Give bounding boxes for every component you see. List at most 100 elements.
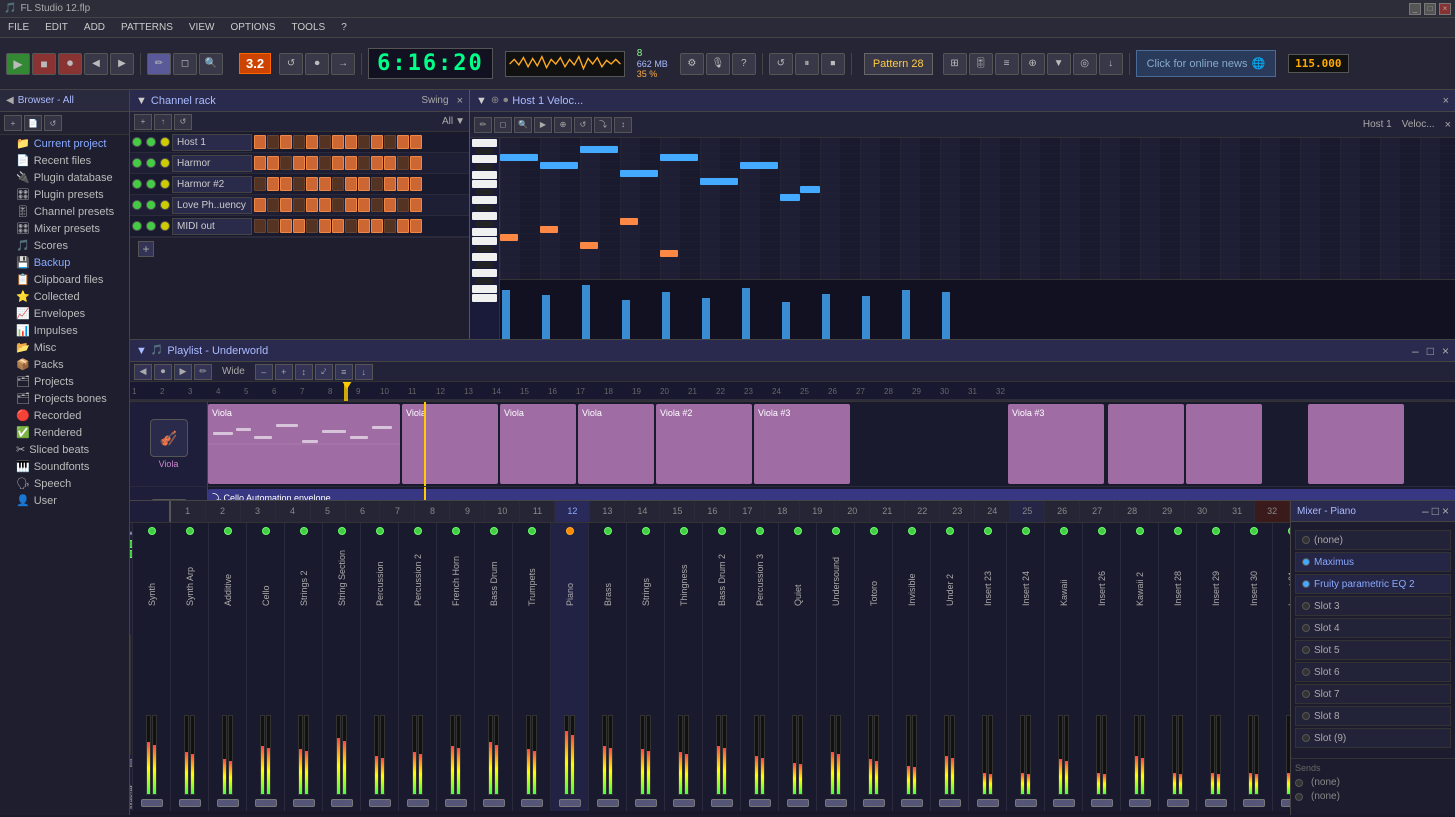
menu-view[interactable]: VIEW bbox=[185, 20, 219, 35]
play-button[interactable]: ▶ bbox=[6, 53, 30, 75]
pb[interactable] bbox=[332, 135, 344, 149]
pb[interactable] bbox=[358, 219, 370, 233]
ch-send-dot[interactable] bbox=[376, 527, 384, 535]
chn-9[interactable]: 9 bbox=[450, 501, 485, 522]
draw-tool[interactable]: ✏ bbox=[147, 53, 171, 75]
black-key[interactable] bbox=[476, 278, 493, 284]
ch-send-dot[interactable] bbox=[1250, 527, 1258, 535]
sidebar-item-packs[interactable]: 📦 Packs bbox=[0, 356, 129, 373]
ch-fader[interactable] bbox=[141, 799, 163, 807]
pl-tool-8[interactable]: ⤦ bbox=[315, 364, 333, 380]
pb[interactable] bbox=[410, 198, 422, 212]
pr-tool-select[interactable]: ◻ bbox=[494, 117, 512, 133]
add-channel-button[interactable]: + bbox=[138, 241, 154, 257]
fx-slot-4[interactable]: Slot 4 bbox=[1295, 618, 1451, 638]
chn-4[interactable]: 4 bbox=[276, 501, 311, 522]
ch-fader[interactable] bbox=[977, 799, 999, 807]
chn-20[interactable]: 20 bbox=[835, 501, 870, 522]
ch-fader[interactable] bbox=[711, 799, 733, 807]
mixer-fx-close[interactable]: × bbox=[1442, 504, 1449, 518]
ch-fader[interactable] bbox=[179, 799, 201, 807]
mix-btn2[interactable]: 🎚 bbox=[969, 53, 993, 75]
pr-expand[interactable]: ▼ bbox=[476, 95, 487, 107]
mixer-strip-4[interactable]: Cello bbox=[247, 523, 285, 811]
cr-dropdown[interactable]: ▼ bbox=[455, 116, 465, 127]
mixer-strip-23[interactable]: Insert 23 bbox=[969, 523, 1007, 811]
pb[interactable] bbox=[267, 198, 279, 212]
pb[interactable] bbox=[410, 177, 422, 191]
ch-fader[interactable] bbox=[863, 799, 885, 807]
stop-sq[interactable]: ⏹ bbox=[821, 53, 845, 75]
ch-fader[interactable] bbox=[597, 799, 619, 807]
mix-btn1[interactable]: ⊞ bbox=[943, 53, 967, 75]
send-dot-1[interactable] bbox=[1295, 779, 1303, 787]
chn-10[interactable]: 10 bbox=[485, 501, 520, 522]
pb[interactable] bbox=[371, 198, 383, 212]
menu-file[interactable]: FILE bbox=[4, 20, 33, 35]
question-icon[interactable]: ? bbox=[732, 53, 756, 75]
pb[interactable] bbox=[293, 219, 305, 233]
white-key[interactable] bbox=[472, 294, 497, 302]
ch-fader[interactable] bbox=[559, 799, 581, 807]
pb[interactable] bbox=[345, 219, 357, 233]
pb[interactable] bbox=[332, 219, 344, 233]
ch-fader[interactable] bbox=[407, 799, 429, 807]
select-tool[interactable]: ◻ bbox=[173, 53, 197, 75]
ch-name-1[interactable]: Host 1 bbox=[172, 134, 252, 151]
ch-fader[interactable] bbox=[1053, 799, 1075, 807]
mixer-strip-27[interactable]: Kawaii 2 bbox=[1121, 523, 1159, 811]
white-key[interactable] bbox=[472, 228, 497, 236]
sidebar-item-clipboard[interactable]: 📋 Clipboard files bbox=[0, 271, 129, 288]
chn-32[interactable]: 32 bbox=[1255, 501, 1290, 522]
fx-slot-3[interactable]: Slot 3 bbox=[1295, 596, 1451, 616]
ch-send-dot[interactable] bbox=[984, 527, 992, 535]
ch-fader[interactable] bbox=[749, 799, 771, 807]
black-key[interactable] bbox=[476, 205, 493, 211]
mix-btn4[interactable]: ⊕ bbox=[1021, 53, 1045, 75]
mixer-strip-2[interactable]: Synth Arp bbox=[171, 523, 209, 811]
pb[interactable] bbox=[410, 156, 422, 170]
pl-close[interactable]: × bbox=[1442, 344, 1449, 358]
ch-fader[interactable] bbox=[1129, 799, 1151, 807]
chn-28[interactable]: 28 bbox=[1115, 501, 1150, 522]
mix-btn6[interactable]: ◎ bbox=[1073, 53, 1097, 75]
pb[interactable] bbox=[280, 156, 292, 170]
chn-16[interactable]: 16 bbox=[695, 501, 730, 522]
pb[interactable] bbox=[280, 135, 292, 149]
settings-icon[interactable]: ⚙ bbox=[680, 53, 704, 75]
ch-send-dot[interactable] bbox=[718, 527, 726, 535]
pb[interactable] bbox=[254, 219, 266, 233]
mixer-strip-3[interactable]: Additive bbox=[209, 523, 247, 811]
sidebar-item-plugin-presets[interactable]: 🎛 Plugin presets bbox=[0, 186, 129, 203]
sidebar-item-user[interactable]: 👤 User bbox=[0, 492, 129, 509]
fx-slot-1[interactable]: Maximus bbox=[1295, 552, 1451, 572]
ch-send-dot[interactable] bbox=[1060, 527, 1068, 535]
ch-send-dot[interactable] bbox=[680, 527, 688, 535]
ch-name-3[interactable]: Harmor #2 bbox=[172, 176, 252, 193]
pb[interactable] bbox=[345, 198, 357, 212]
sidebar-item-recent-files[interactable]: 📄 Recent files bbox=[0, 152, 129, 169]
mixer-strip-9[interactable]: French Horn bbox=[437, 523, 475, 811]
sidebar-item-projects[interactable]: 🗂 Projects bbox=[0, 373, 129, 390]
sidebar-tool-1[interactable]: + bbox=[4, 115, 22, 131]
pb[interactable] bbox=[319, 135, 331, 149]
chn-26[interactable]: 26 bbox=[1045, 501, 1080, 522]
zoom-tool[interactable]: 🔍 bbox=[199, 53, 223, 75]
sidebar-item-mixer-presets[interactable]: 🎛 Mixer presets bbox=[0, 220, 129, 237]
ch-send-dot[interactable] bbox=[1022, 527, 1030, 535]
sidebar-tool-2[interactable]: 📄 bbox=[24, 115, 42, 131]
sidebar-item-soundfonts[interactable]: 🎹 Soundfonts bbox=[0, 458, 129, 475]
ch-send-dot[interactable] bbox=[832, 527, 840, 535]
mixer-strip-18[interactable]: Quiet bbox=[779, 523, 817, 811]
ch-fader[interactable] bbox=[1243, 799, 1265, 807]
chn-11[interactable]: 11 bbox=[520, 501, 555, 522]
ch-send-dot[interactable] bbox=[1212, 527, 1220, 535]
rec-auto[interactable]: ⏺ bbox=[305, 53, 329, 75]
pb[interactable] bbox=[306, 198, 318, 212]
white-key[interactable] bbox=[472, 269, 497, 277]
ch-send-dot[interactable] bbox=[794, 527, 802, 535]
ch-send-dot[interactable] bbox=[490, 527, 498, 535]
chn-27[interactable]: 27 bbox=[1080, 501, 1115, 522]
white-key[interactable] bbox=[472, 237, 497, 245]
pr-tool-draw[interactable]: ✏ bbox=[474, 117, 492, 133]
